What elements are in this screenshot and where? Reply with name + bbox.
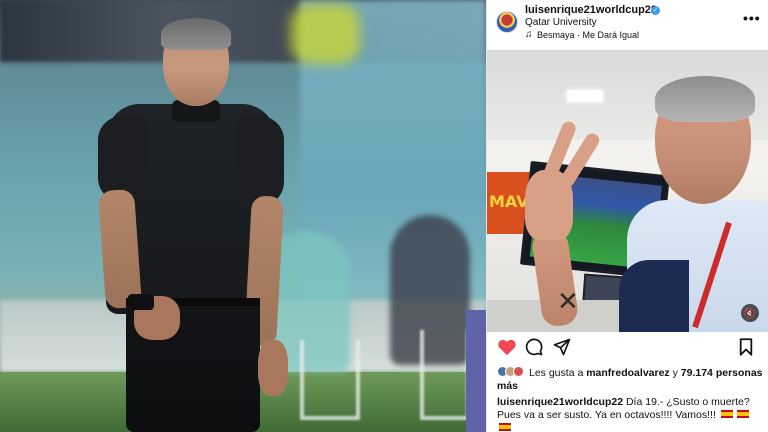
post-actions (487, 335, 768, 361)
likes-summary[interactable]: Les gusta a manfredoalvarez y 79.174 per… (497, 366, 763, 393)
comment-icon[interactable] (525, 338, 543, 356)
muted-audio-icon[interactable]: 🔇 (741, 304, 759, 322)
spain-flag-icon (499, 423, 511, 431)
verified-badge-icon: ✓ (651, 6, 660, 15)
man-jacket (619, 260, 689, 332)
coach-photo (0, 0, 486, 432)
likes-prefix: Les gusta a (529, 367, 584, 379)
spain-flag-icon (736, 410, 749, 418)
liker-avatars (497, 366, 525, 377)
avatar[interactable] (496, 11, 518, 33)
more-options-icon[interactable]: ••• (743, 10, 761, 26)
heart-icon[interactable] (497, 338, 517, 356)
instagram-post: luisenrique21worldcup22 ✓ Qatar Universi… (486, 0, 768, 432)
arm-tattoo: ✕ (557, 286, 579, 316)
likes-count[interactable]: 79.174 (681, 367, 713, 379)
likes-connector: y (672, 367, 678, 379)
caption-username[interactable]: luisenrique21worldcup22 (497, 396, 623, 408)
music-note-icon: ♫ (525, 29, 533, 40)
watch-icon (128, 294, 154, 310)
coach-sleeve-right (236, 116, 284, 206)
coach-hair (161, 18, 231, 50)
liker-username[interactable]: manfredoalvarez (586, 367, 669, 379)
spain-flag-icon (720, 410, 733, 418)
post-image[interactable]: MAV ✕ 🔇 (487, 50, 768, 332)
background-figure (290, 4, 360, 64)
bookmark-icon[interactable] (739, 338, 753, 356)
wall-banner-text: MAV (489, 192, 529, 211)
man-hair (655, 76, 755, 122)
coach-hand-right (258, 340, 288, 396)
blue-post (466, 310, 486, 432)
bench-chair (420, 330, 470, 420)
post-username[interactable]: luisenrique21worldcup22 (525, 4, 657, 16)
bench-chair (300, 340, 360, 420)
post-caption: luisenrique21worldcup22 Día 19.- ¿Susto … (497, 396, 763, 432)
post-music[interactable]: Besmaya · Me Dará Igual (537, 30, 639, 40)
post-header: luisenrique21worldcup22 ✓ Qatar Universi… (487, 0, 768, 50)
post-location[interactable]: Qatar University (525, 17, 597, 28)
ceiling-light (567, 90, 603, 102)
share-icon[interactable] (553, 338, 571, 356)
